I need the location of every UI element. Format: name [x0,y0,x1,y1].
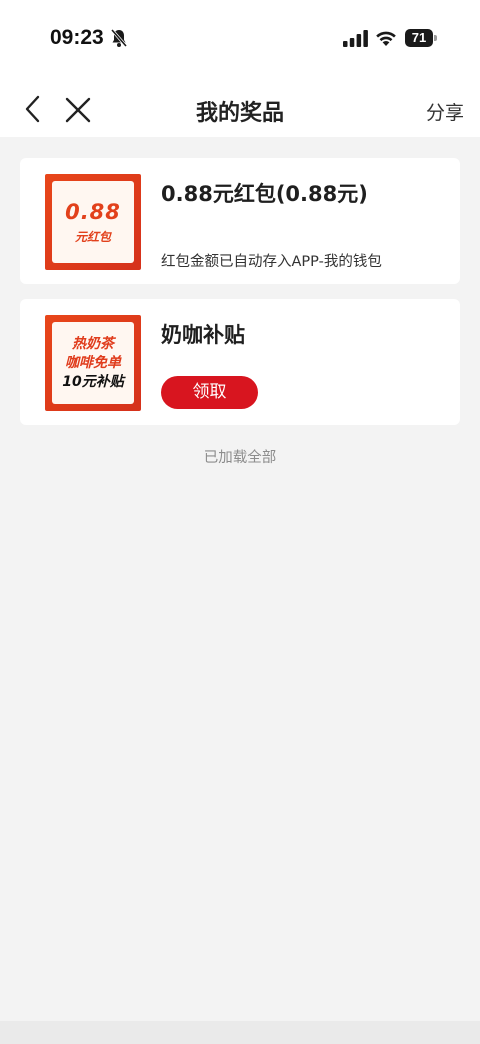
loaded-all-text: 已加载全部 [203,450,277,466]
thumbnail-line: 10元补贴 [62,373,124,390]
prize-title: 奶咖补贴 [161,323,245,347]
prize-title: 0.88元红包(0.88元) [161,182,368,206]
prize-card-coffee-subsidy: 热奶茶 咖啡免单 10元补贴 奶咖补贴 领取 [20,299,460,425]
status-time: 09:23 [50,26,104,49]
signal-icon [343,30,368,47]
red-packet-thumbnail: 0.88 元红包 [45,174,141,270]
battery-cap [434,35,437,41]
top-bar: 09:23 71 我的奖品 分享 [0,0,480,137]
prize-card-red-packet: 0.88 元红包 0.88元红包(0.88元) 红包金额已自动存入APP-我的钱… [20,158,460,284]
thumbnail-inner: 热奶茶 咖啡免单 10元补贴 [52,322,134,404]
bottom-strip [0,1021,480,1044]
thumbnail-amount: 0.88 [65,199,121,224]
thumbnail-inner: 0.88 元红包 [52,181,134,263]
coffee-subsidy-thumbnail: 热奶茶 咖啡免单 10元补贴 [45,315,141,411]
battery-icon: 71 [405,29,437,47]
claim-button[interactable]: 领取 [161,376,258,409]
battery-level: 71 [405,29,433,47]
share-button[interactable]: 分享 [426,98,464,125]
prize-screen: 09:23 71 我的奖品 分享 0.88 元红包 0.88元红包(0.88元)… [0,0,480,1044]
page-title: 我的奖品 [195,101,284,126]
prize-description: 红包金额已自动存入APP-我的钱包 [161,254,382,270]
wifi-icon [376,31,396,46]
thumbnail-label: 元红包 [74,229,111,244]
thumbnail-line: 热奶茶 [72,335,114,352]
thumbnail-line: 咖啡免单 [65,354,121,371]
bell-muted-icon [110,29,128,47]
